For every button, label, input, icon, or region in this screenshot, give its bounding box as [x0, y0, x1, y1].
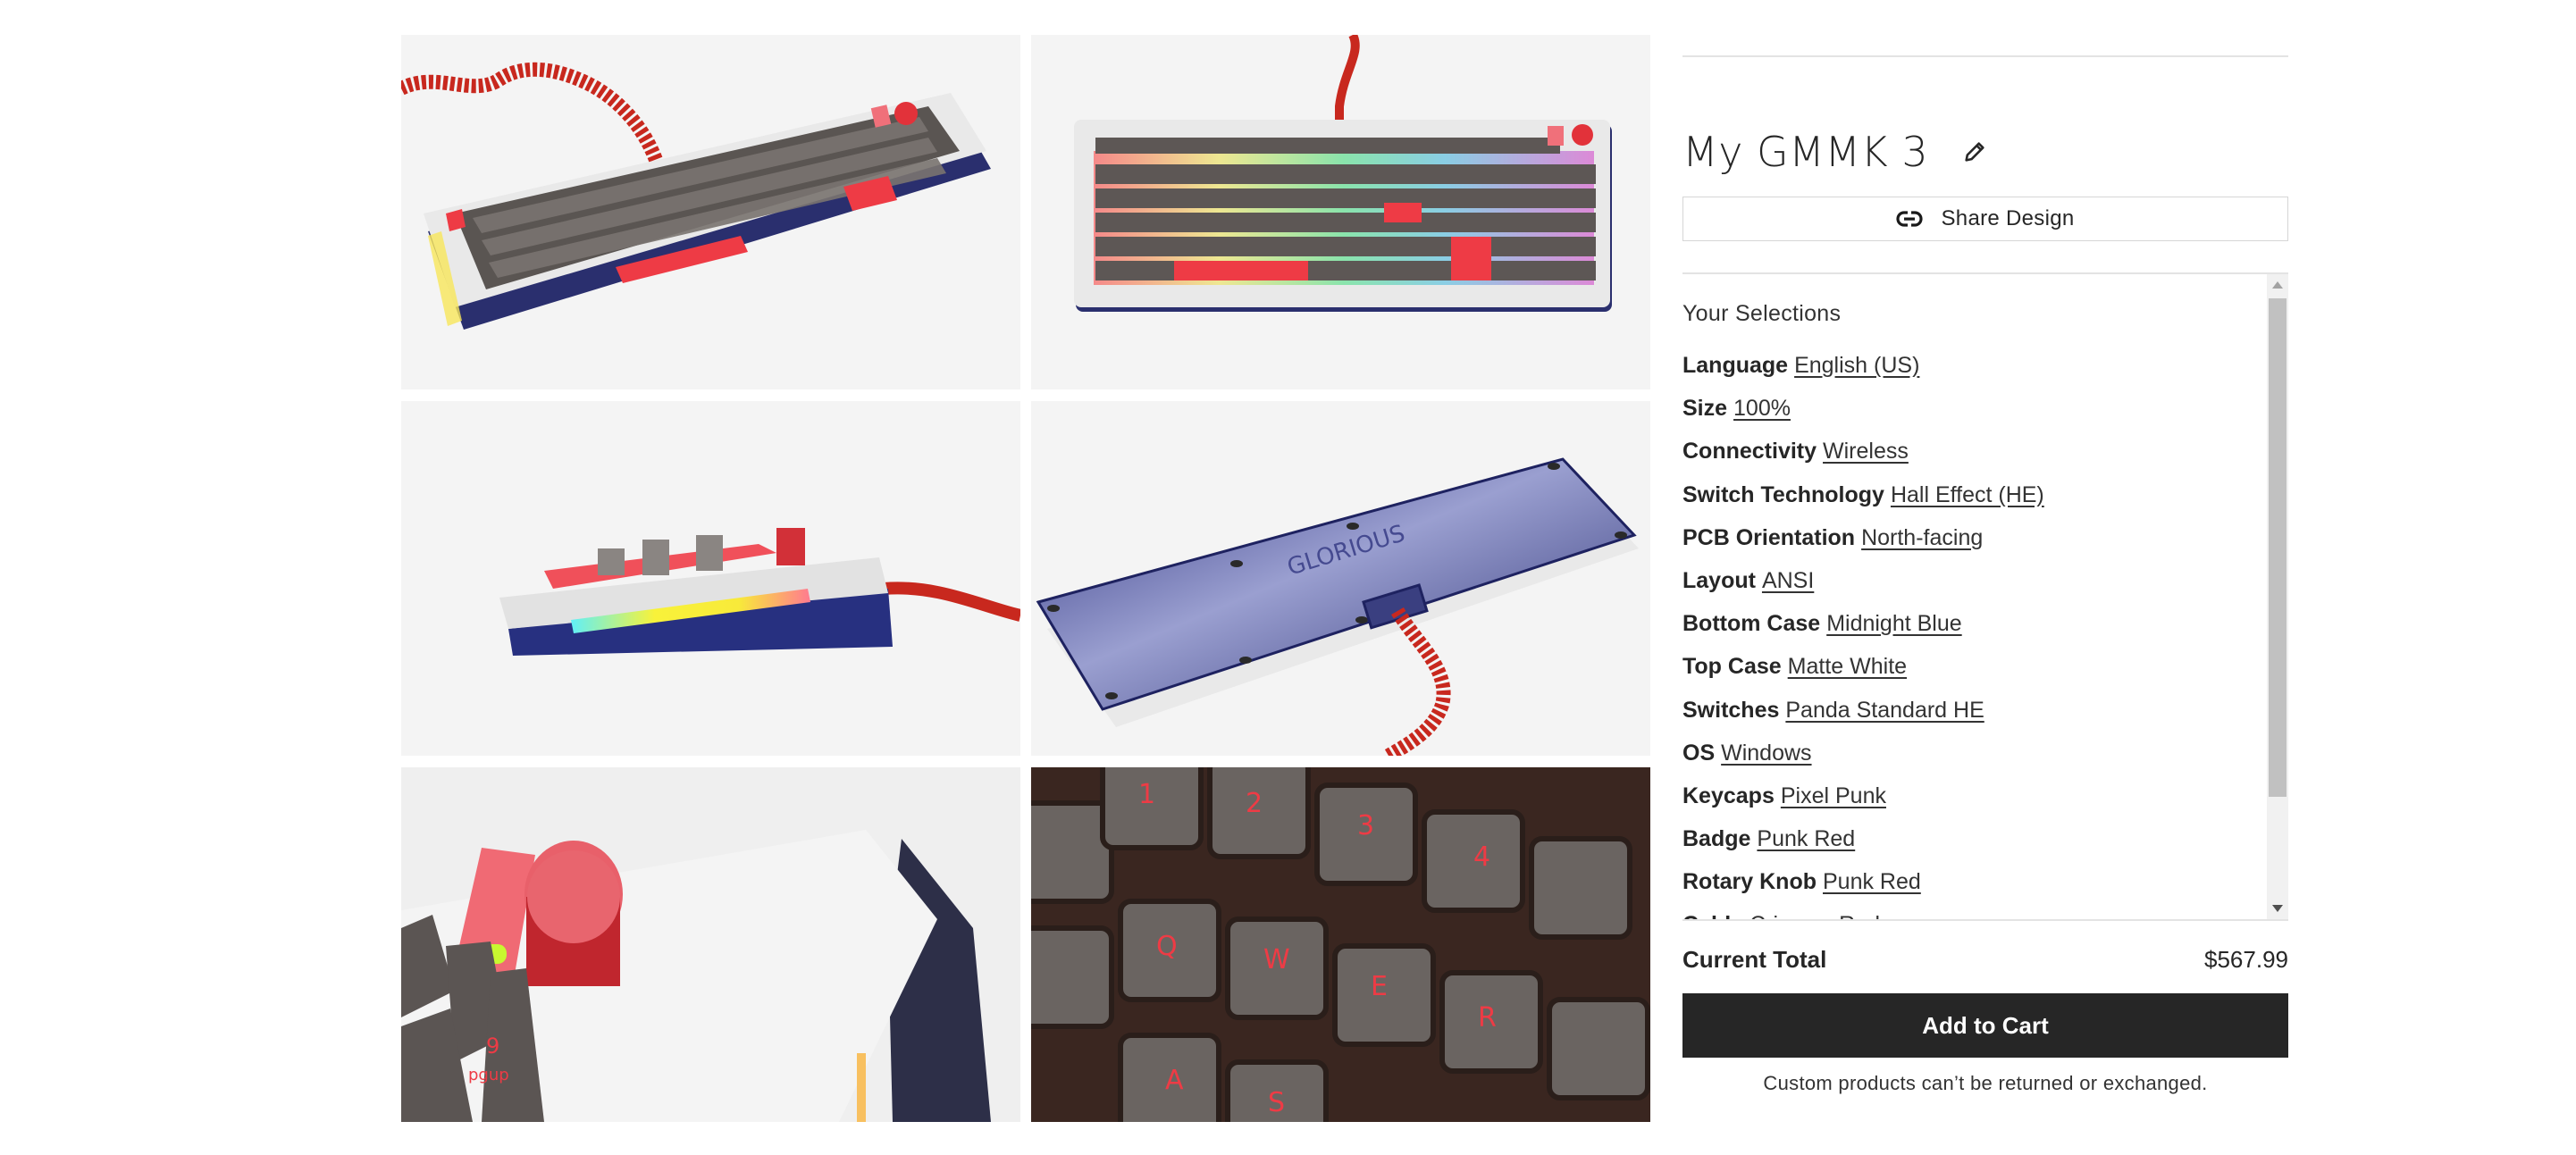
- selection-key: Rotary Knob: [1682, 869, 1817, 895]
- design-title: My GMMK 3: [1682, 128, 1929, 176]
- selection-row: Switch Technology Hall Effect (HE): [1682, 477, 2044, 520]
- selection-key: Switch Technology: [1682, 481, 1884, 507]
- total-label: Current Total: [1682, 945, 1827, 973]
- keyboard-top-render: [1074, 35, 1612, 312]
- gallery-image-2[interactable]: [1031, 35, 1650, 389]
- selection-value-link[interactable]: Panda Standard HE: [1785, 698, 1984, 723]
- svg-text:A: A: [1165, 1065, 1184, 1096]
- selection-key: PCB Orientation: [1682, 524, 1856, 550]
- svg-text:2: 2: [1246, 788, 1263, 819]
- badge-knob-closeup-render: 9 pgup: [401, 767, 1020, 1122]
- scrollbar[interactable]: [2267, 274, 2288, 919]
- selection-row: Rotary Knob Punk Red: [1682, 864, 2044, 907]
- selection-value-link[interactable]: Crimson Red: [1749, 912, 1880, 919]
- gallery-image-4[interactable]: GLORIOUS: [1031, 401, 1650, 756]
- selection-key: Switches: [1682, 697, 1780, 723]
- selection-value-link[interactable]: ANSI: [1762, 568, 1814, 593]
- selection-key: OS: [1682, 740, 1716, 766]
- selection-row: Badge Punk Red: [1682, 821, 2044, 864]
- add-to-cart-button[interactable]: Add to Cart: [1682, 993, 2288, 1058]
- selection-key: Connectivity: [1682, 439, 1817, 465]
- svg-text:3: 3: [1357, 810, 1374, 841]
- selection-row: Bottom Case Midnight Blue: [1682, 606, 2044, 649]
- gallery-image-5[interactable]: 9 pgup: [401, 767, 1020, 1122]
- selection-value-link[interactable]: North-facing: [1861, 525, 1983, 550]
- keyboard-side-render: [499, 528, 1020, 656]
- selection-row: OS Windows: [1682, 735, 2044, 778]
- selection-key: Keycaps: [1682, 783, 1775, 808]
- selection-row: Layout ANSI: [1682, 563, 2044, 606]
- product-configuration-panel: My GMMK 3 Share Design Your Selections L…: [1682, 0, 2288, 1155]
- return-policy-note: Custom products can’t be returned or exc…: [1763, 1072, 2208, 1094]
- selection-value-link[interactable]: English (US): [1794, 353, 1919, 378]
- scrollbar-thumb[interactable]: [2269, 298, 2287, 797]
- svg-text:S: S: [1268, 1087, 1285, 1118]
- svg-text:R: R: [1478, 1002, 1497, 1034]
- svg-text:1: 1: [1138, 779, 1155, 810]
- selection-value-link[interactable]: Matte White: [1788, 654, 1907, 679]
- share-design-label: Share Design: [1941, 206, 2075, 230]
- selections-list: Language English (US) Size 100% Connectivity…: [1682, 347, 2044, 919]
- selection-value-link[interactable]: Pixel Punk: [1781, 783, 1886, 808]
- selection-row: Top Case Matte White: [1682, 649, 2044, 691]
- selection-value-link[interactable]: Punk Red: [1823, 869, 1921, 894]
- edit-title-button[interactable]: [1959, 136, 1991, 168]
- selection-key: Size: [1682, 396, 1728, 422]
- selection-row: Connectivity Wireless: [1682, 433, 2044, 476]
- selection-value-link[interactable]: Wireless: [1823, 439, 1909, 464]
- arrow-up-icon: [2272, 281, 2283, 289]
- svg-text:pgup: pgup: [468, 1066, 509, 1084]
- gallery-image-3[interactable]: [401, 401, 1020, 756]
- keyboard-angle-render: [401, 62, 991, 330]
- selection-value-link[interactable]: Hall Effect (HE): [1891, 482, 2044, 507]
- gallery-image-6[interactable]: 1 2 3 4 Q W E R A S: [1031, 767, 1650, 1122]
- selection-key: Badge: [1682, 826, 1751, 852]
- selection-row: PCB Orientation North-facing: [1682, 520, 2044, 563]
- selection-value-link[interactable]: 100%: [1733, 396, 1791, 421]
- scroll-down-button[interactable]: [2267, 898, 2288, 919]
- selection-key: Bottom Case: [1682, 611, 1821, 637]
- svg-text:W: W: [1263, 944, 1290, 975]
- selection-value-link[interactable]: Punk Red: [1757, 826, 1855, 851]
- selections-scroll-area[interactable]: Your Selections Language English (US) Size…: [1682, 272, 2288, 921]
- selection-row: Language English (US): [1682, 347, 2044, 390]
- link-icon: [1896, 210, 1924, 228]
- product-image-gallery: GLORIOUS 9 pgup 1 2 3 4 Q W E R A S: [401, 35, 1650, 1122]
- gallery-image-1[interactable]: [401, 35, 1020, 389]
- total-price: $567.99: [2204, 945, 2288, 973]
- selection-key: Layout: [1682, 567, 1756, 593]
- pencil-icon: [1965, 142, 1984, 162]
- title-row: My GMMK 3: [1682, 123, 1991, 180]
- keyboard-bottom-render: GLORIOUS: [1036, 457, 1639, 756]
- scroll-up-button[interactable]: [2267, 274, 2288, 296]
- selection-key: Language: [1682, 353, 1789, 378]
- svg-text:Q: Q: [1156, 931, 1178, 962]
- selection-key: Top Case: [1682, 654, 1782, 680]
- arrow-down-icon: [2272, 905, 2283, 912]
- selection-value-link[interactable]: Midnight Blue: [1826, 611, 1961, 636]
- selection-row: Cable Crimson Red: [1682, 907, 2044, 919]
- selections-heading: Your Selections: [1682, 301, 1842, 326]
- svg-text:E: E: [1371, 971, 1388, 1002]
- selection-key: Cable: [1682, 912, 1743, 919]
- svg-text:9: 9: [486, 1034, 499, 1059]
- selection-row: Switches Panda Standard HE: [1682, 692, 2044, 735]
- total-row: Current Total $567.99: [1682, 940, 2288, 979]
- keycaps-closeup-render: 1 2 3 4 Q W E R A S: [1031, 767, 1650, 1122]
- svg-text:4: 4: [1473, 841, 1490, 873]
- divider: [1682, 55, 2288, 57]
- selection-value-link[interactable]: Windows: [1721, 741, 1811, 766]
- selection-row: Size 100%: [1682, 390, 2044, 433]
- selection-row: Keycaps Pixel Punk: [1682, 778, 2044, 821]
- share-design-button[interactable]: Share Design: [1682, 197, 2288, 241]
